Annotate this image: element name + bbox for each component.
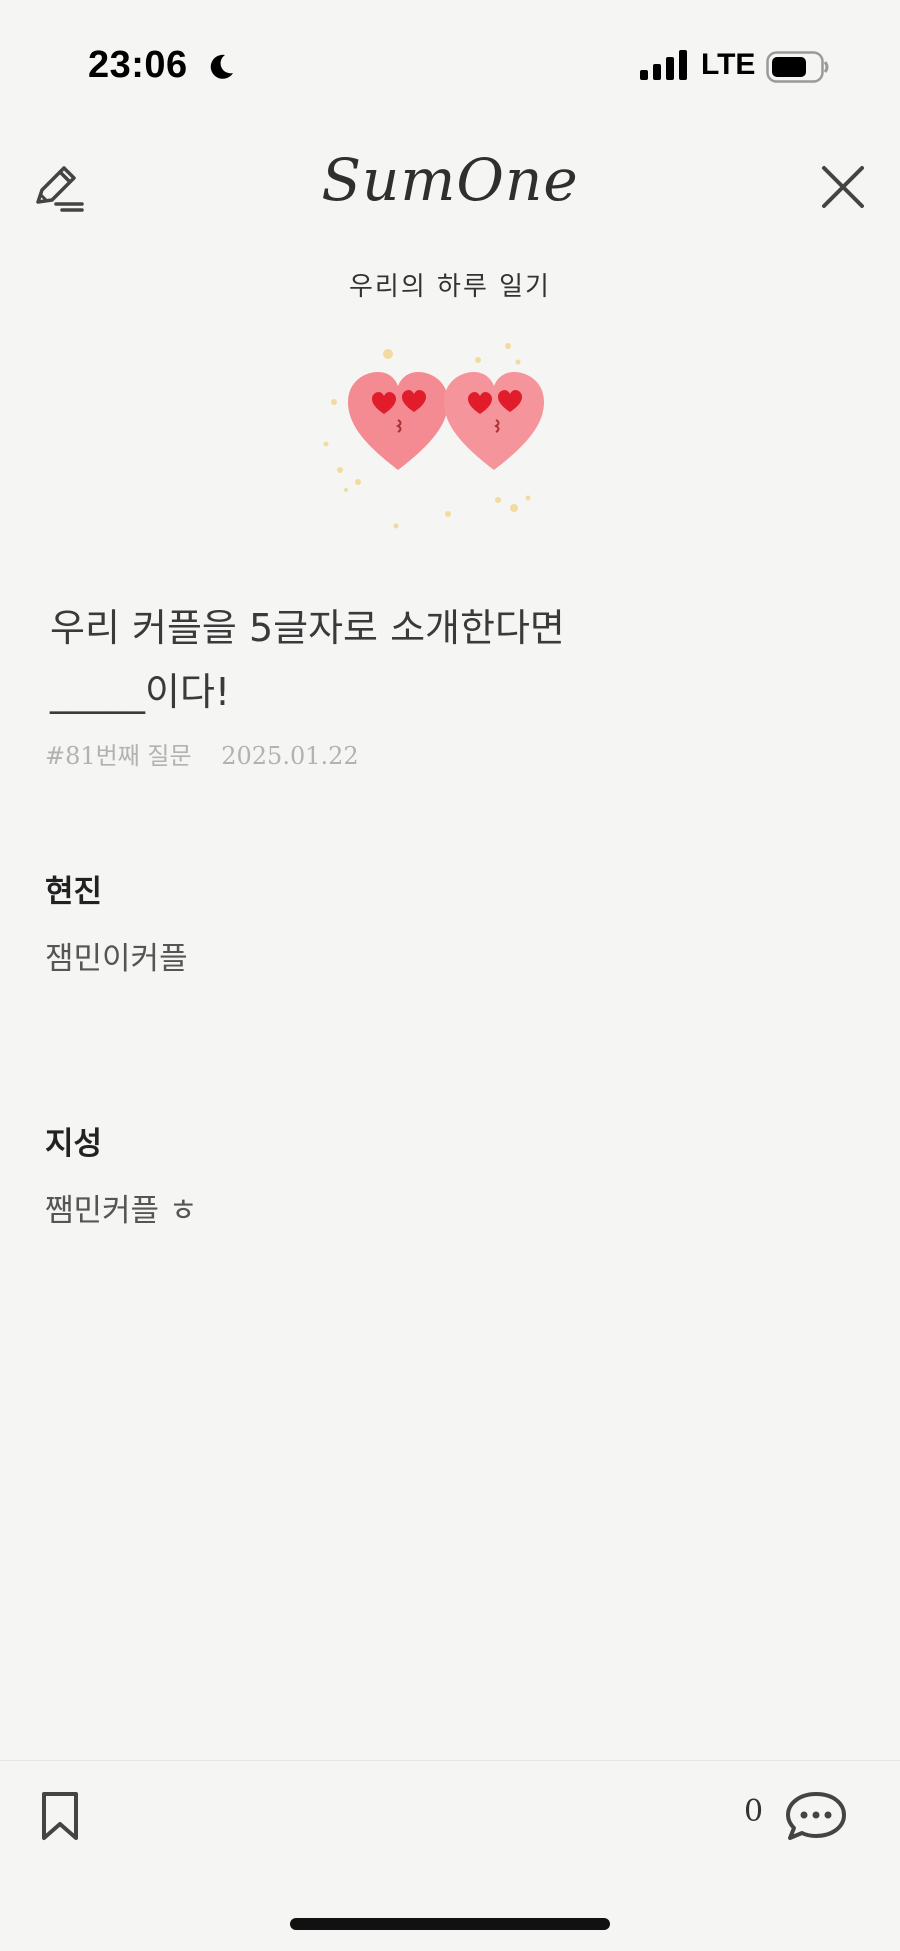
answer-author: 지성 (45, 1126, 103, 1162)
answer-text: 쨈민커플 ㅎ (45, 1193, 198, 1229)
question-line-1: 우리 커플을 5글자로 소개한다면 (50, 606, 565, 650)
bookmark-icon[interactable] (38, 1790, 82, 1842)
answer-author: 현진 (45, 874, 103, 910)
question-meta: #81번째 질문 2025.01.22 (45, 736, 381, 771)
close-icon[interactable] (816, 160, 870, 214)
moon-icon (210, 54, 233, 79)
bottom-divider (0, 1760, 900, 1761)
page-subtitle: 우리의 하루 일기 (349, 272, 551, 302)
status-bar: 23:06 LTE (0, 0, 900, 130)
signal-icon (640, 50, 687, 80)
comment-bubble-icon[interactable] (784, 1788, 848, 1844)
question-line-2: _____이다! (50, 670, 231, 714)
answer-block: 지성 쨈민커플 ㅎ (45, 1118, 845, 1230)
question-number: #81번째 질문 (45, 742, 192, 770)
battery-icon (766, 51, 829, 83)
app-logo: SumOne (321, 146, 579, 214)
status-time: 23:06 (88, 44, 188, 86)
home-indicator[interactable] (290, 1918, 610, 1930)
answer-block: 현진 잼민이커플 (45, 866, 845, 978)
network-type: LTE (701, 48, 756, 81)
answer-text: 잼민이커플 (45, 941, 188, 977)
question-title: 우리 커플을 5글자로 소개한다면 _____이다! (50, 596, 850, 724)
app-header: SumOne (0, 140, 900, 230)
question-date: 2025.01.22 (221, 742, 359, 770)
comment-count: 0 (744, 1794, 764, 1829)
diary-question-page: 23:06 LTE SumOne 우리의 하루 일기 우리 커플을 5글자로 소… (0, 0, 900, 1951)
heart-faces-icon (323, 343, 544, 529)
